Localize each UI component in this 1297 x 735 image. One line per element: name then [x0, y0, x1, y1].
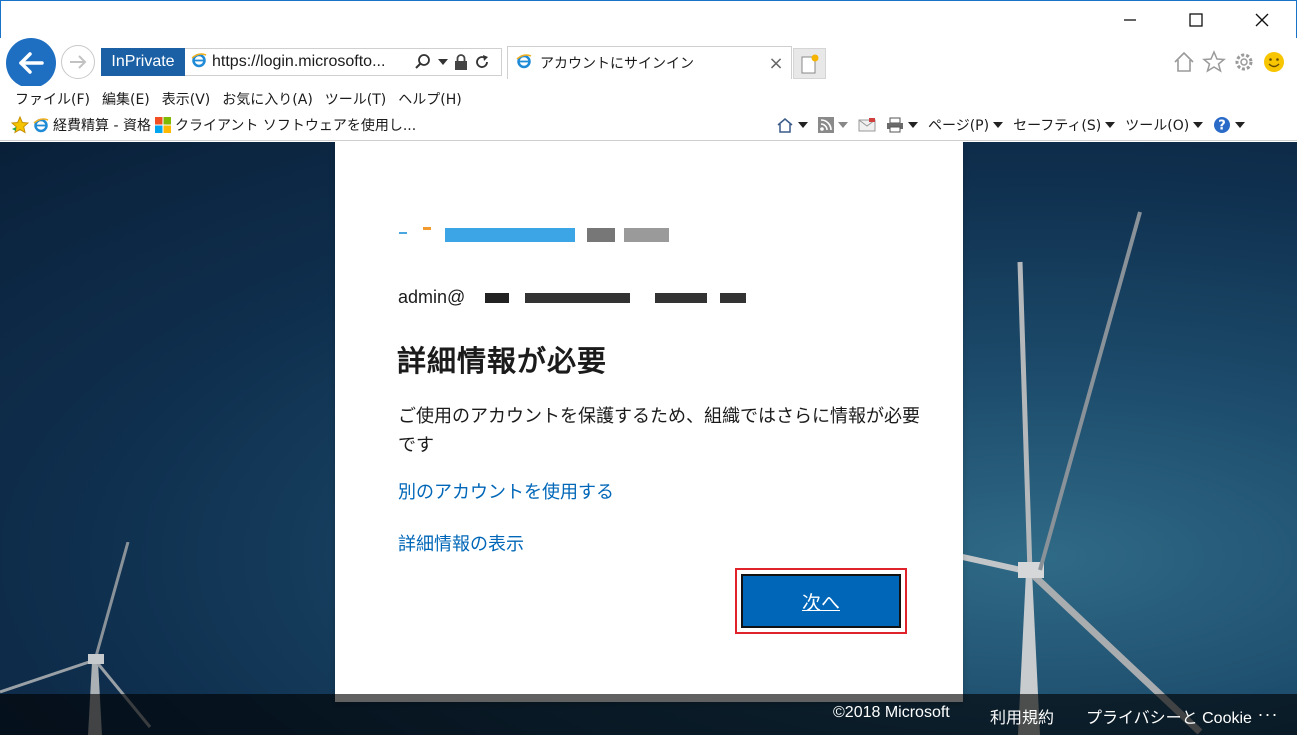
favorites-bar: 経費精算 - 資格 クライアント ソフトウェアを使用し... ページ(P) セー… — [0, 112, 1297, 141]
home-small-icon — [777, 118, 793, 133]
mail-icon — [858, 118, 876, 132]
new-tab-button[interactable] — [793, 48, 826, 79]
more-information-link[interactable]: 詳細情報の表示 — [398, 530, 524, 556]
favorites-star-icon[interactable] — [1202, 50, 1226, 74]
safety-command[interactable]: セーフティ(S) — [1013, 115, 1116, 135]
menu-bar: ファイル(F) 編集(E) 表示(V) お気に入り(A) ツール(T) ヘルプ(… — [0, 86, 1297, 112]
rss-feed-icon — [818, 117, 834, 133]
maximize-button[interactable] — [1173, 5, 1219, 35]
copyright-text: ©2018 Microsoft — [833, 704, 950, 721]
print-caret-icon[interactable] — [908, 122, 918, 128]
svg-text:?: ? — [1218, 119, 1226, 134]
forward-arrow-icon — [70, 55, 87, 69]
favorite-item-1[interactable]: 経費精算 - 資格 — [33, 115, 151, 135]
back-arrow-icon — [19, 52, 44, 74]
tab-signin[interactable]: アカウントにサインイン × — [507, 46, 792, 79]
navigation-bar: InPrivate https://login.microsofto... アカ… — [0, 38, 1297, 88]
tools-command-label: ツール(O) — [1125, 118, 1190, 134]
privacy-cookies-link[interactable]: プライバシーと Cookie — [1086, 704, 1252, 728]
organization-logo-redacted — [399, 227, 669, 242]
account-identity-prefix: admin@ — [398, 287, 466, 307]
back-button[interactable] — [6, 38, 56, 88]
safety-command-label: セーフティ(S) — [1013, 118, 1102, 134]
help-command[interactable]: ? — [1213, 116, 1246, 134]
ie-icon — [191, 52, 207, 73]
use-another-account-link[interactable]: 別のアカウントを使用する — [398, 478, 614, 504]
tab-ie-icon — [516, 53, 532, 73]
home-icon[interactable] — [1172, 50, 1196, 74]
description-text: ご使用のアカウントを保護するため、組織ではさらに情報が必要です — [398, 406, 920, 456]
menu-tools[interactable]: ツール(T) — [325, 89, 386, 109]
feedback-smiley-icon[interactable] — [1262, 50, 1286, 74]
help-caret-icon[interactable] — [1235, 122, 1246, 128]
maximize-icon — [1189, 13, 1203, 27]
close-window-button[interactable] — [1239, 5, 1285, 35]
page-caret-icon — [993, 122, 1004, 128]
url-text[interactable]: https://login.microsofto... — [212, 53, 408, 71]
inprivate-badge: InPrivate — [101, 48, 185, 76]
page-footer: ©2018 Microsoft 利用規約 プライバシーと Cookie ... — [0, 694, 1297, 735]
refresh-icon[interactable] — [474, 54, 490, 70]
new-tab-icon — [801, 54, 818, 73]
microsoft-logo-icon — [154, 117, 171, 133]
account-identity: admin@ — [398, 287, 750, 308]
dropdown-caret-icon[interactable] — [438, 58, 448, 66]
menu-file[interactable]: ファイル(F) — [15, 89, 90, 109]
page-command[interactable]: ページ(P) — [928, 115, 1004, 135]
add-favorite-star-icon[interactable] — [11, 116, 29, 134]
favorite-item-2-label: クライアント ソフトウェアを使用し... — [174, 118, 417, 134]
menu-view[interactable]: 表示(V) — [162, 89, 211, 109]
terms-of-use-link[interactable]: 利用規約 — [990, 704, 1054, 728]
settings-gear-icon[interactable] — [1232, 50, 1256, 74]
tools-caret-icon — [1193, 122, 1204, 128]
page-title: 詳細情報が必要 — [397, 344, 608, 378]
home-caret-icon[interactable] — [798, 122, 808, 128]
feeds-command[interactable] — [818, 117, 848, 133]
forward-button[interactable] — [61, 45, 95, 79]
favorite-ie-icon — [33, 118, 49, 133]
window-title-bar — [0, 0, 1297, 40]
tab-title: アカウントにサインイン — [540, 56, 694, 72]
mail-command[interactable] — [858, 118, 876, 132]
printer-icon — [887, 117, 903, 133]
close-icon — [1255, 13, 1269, 27]
menu-edit[interactable]: 編集(E) — [102, 89, 150, 109]
menu-help[interactable]: ヘルプ(H) — [398, 89, 461, 109]
address-bar[interactable]: https://login.microsofto... — [185, 48, 502, 76]
favorite-item-2[interactable]: クライアント ソフトウェアを使用し... — [154, 115, 417, 135]
search-icon[interactable] — [414, 53, 432, 71]
tab-close-icon[interactable]: × — [765, 53, 787, 74]
print-command[interactable] — [886, 117, 918, 133]
next-button[interactable]: 次へ — [741, 574, 901, 628]
page-content: admin@ 詳細情報が必要 ご使用のアカウントを保護するため、組織ではさらに情… — [0, 142, 1297, 735]
wind-turbine-background-image — [960, 211, 1203, 735]
menu-favorites[interactable]: お気に入り(A) — [222, 89, 313, 109]
page-command-label: ページ(P) — [928, 118, 990, 134]
feeds-caret-icon[interactable] — [838, 122, 848, 128]
lock-icon[interactable] — [454, 53, 468, 71]
account-domain-redacted — [485, 292, 747, 303]
safety-caret-icon — [1105, 122, 1116, 128]
help-icon: ? — [1214, 117, 1231, 134]
minimize-button[interactable] — [1107, 5, 1153, 35]
minimize-icon — [1124, 19, 1136, 21]
more-options-ellipsis[interactable]: ... — [1258, 700, 1279, 721]
tools-command[interactable]: ツール(O) — [1125, 115, 1204, 135]
home-command[interactable] — [776, 117, 808, 133]
favorite-item-1-label: 経費精算 - 資格 — [53, 118, 151, 134]
signin-card: admin@ 詳細情報が必要 ご使用のアカウントを保護するため、組織ではさらに情… — [335, 142, 963, 702]
